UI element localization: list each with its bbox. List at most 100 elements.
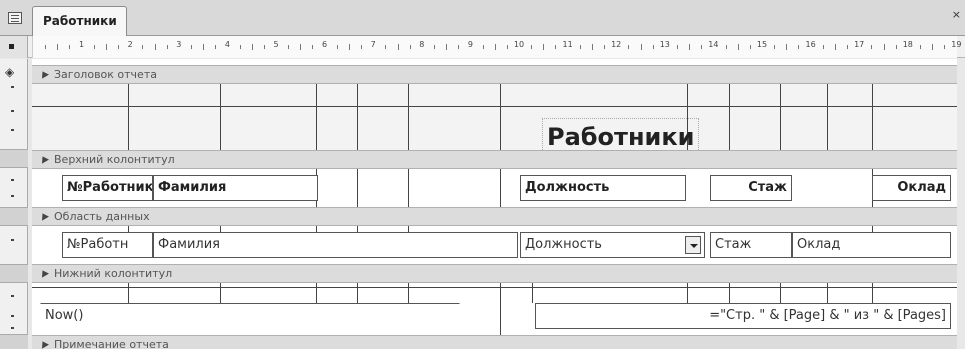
ruler-tick <box>57 44 59 50</box>
ruler-number: 13 <box>659 40 670 49</box>
ruler-tick <box>944 45 946 49</box>
close-icon[interactable]: × <box>952 8 961 21</box>
id-field[interactable]: №Работн <box>62 232 153 258</box>
ruler-tick <box>45 45 47 49</box>
ruler-tick <box>749 45 751 49</box>
ruler-tick <box>105 44 107 50</box>
ruler-tick <box>312 45 314 49</box>
ruler-tick <box>591 44 593 50</box>
band-label: Верхний колонтитул <box>54 153 175 166</box>
select-report-box[interactable] <box>0 36 28 58</box>
salary-field[interactable]: Оклад <box>792 232 951 258</box>
ruler-tick <box>494 44 496 50</box>
ruler-number: 17 <box>854 40 865 49</box>
ruler-tick <box>871 45 873 49</box>
vruler-report-footer-block <box>0 334 28 349</box>
ruler-tick <box>834 44 836 50</box>
id-label[interactable]: №Работника <box>62 175 153 201</box>
ruler-tick <box>798 45 800 49</box>
ruler-number: 8 <box>419 40 425 49</box>
tab-report[interactable]: Работники <box>32 6 127 36</box>
band-page-footer[interactable]: Нижний колонтитул <box>32 264 957 283</box>
band-arrow-icon <box>39 268 49 278</box>
surname-field[interactable]: Фамилия <box>153 232 518 258</box>
section-page-footer[interactable]: Now() ="Стр. " & [Page] & " из " & [Page… <box>32 283 957 337</box>
vruler-detail-block <box>0 207 28 226</box>
surname-label[interactable]: Фамилия <box>153 175 318 201</box>
tenure-label[interactable]: Стаж <box>710 175 792 201</box>
report-title-label[interactable]: Работники <box>542 118 700 154</box>
ruler-tick <box>579 45 581 49</box>
report-selector-icon[interactable]: ◈ <box>5 65 14 79</box>
ruler-tick <box>142 45 144 49</box>
ruler-tick <box>640 44 642 50</box>
ruler-tick <box>628 45 630 49</box>
ruler-number: 14 <box>708 40 719 49</box>
band-report-footer[interactable]: Примечание отчета <box>32 335 957 349</box>
report-icon <box>8 12 22 24</box>
position-combobox[interactable]: Должность <box>520 232 705 258</box>
band-arrow-icon <box>39 69 49 79</box>
ruler-tick <box>385 45 387 49</box>
date-expression-field[interactable]: Now() <box>40 303 460 329</box>
ruler-tick <box>433 45 435 49</box>
page-number-expression-field[interactable]: ="Стр. " & [Page] & " из " & [Pages] <box>535 303 951 329</box>
ruler-number: 1 <box>79 40 85 49</box>
horizontal-ruler-row: 1 2 3 4 5 6 7 8 9 10 11 12 13 14 15 16 17 18 19 <box>0 36 965 58</box>
section-detail[interactable]: №Работн Фамилия Должность Стаж Оклад <box>32 226 957 264</box>
band-label: Нижний колонтитул <box>54 267 173 280</box>
document-tabstrip: Работники × <box>0 0 965 36</box>
ruler-tick <box>543 44 545 50</box>
ruler-tick <box>288 45 290 49</box>
ruler-tick <box>397 44 399 50</box>
ruler-tick <box>701 45 703 49</box>
ruler-tick <box>531 45 533 49</box>
section-page-header[interactable]: №Работника Фамилия Должность Стаж Оклад <box>32 169 957 207</box>
position-label[interactable]: Должность <box>520 175 686 201</box>
ruler-tick <box>737 44 739 50</box>
ruler-tick <box>482 45 484 49</box>
ruler-tick <box>300 44 302 50</box>
ruler-tick <box>822 45 824 49</box>
ruler-tick <box>689 44 691 50</box>
ruler-tick <box>555 45 557 49</box>
ruler-tick <box>786 44 788 50</box>
salary-label[interactable]: Оклад <box>872 175 951 201</box>
ruler-tick <box>895 45 897 49</box>
ruler-number: 11 <box>562 40 573 49</box>
ruler-number: 9 <box>467 40 473 49</box>
ruler-tick <box>336 45 338 49</box>
band-label: Примечание отчета <box>54 338 169 349</box>
ruler-tick <box>847 45 849 49</box>
band-arrow-icon <box>39 154 49 164</box>
ruler-tick <box>652 45 654 49</box>
ruler-tick <box>239 45 241 49</box>
ruler-tick <box>348 44 350 50</box>
chevron-down-icon[interactable] <box>685 236 701 254</box>
ruler-tick <box>409 45 411 49</box>
report-design-canvas: Заголовок отчета Работники Верхний колон… <box>32 59 957 349</box>
band-page-header[interactable]: Верхний колонтитул <box>32 150 957 169</box>
ruler-tick <box>919 45 921 49</box>
ruler-number: 7 <box>370 40 376 49</box>
band-detail[interactable]: Область данных <box>32 207 957 226</box>
ruler-number: 5 <box>273 40 279 49</box>
ruler-tick <box>190 45 192 49</box>
band-label: Область данных <box>54 210 150 223</box>
ruler-number: 16 <box>805 40 816 49</box>
ruler-tick <box>725 45 727 49</box>
vruler-page-footer-block <box>0 264 28 283</box>
band-report-header[interactable]: Заголовок отчета <box>32 65 957 84</box>
ruler-tick <box>676 45 678 49</box>
ruler-tick <box>166 45 168 49</box>
ruler-number: 12 <box>611 40 622 49</box>
tenure-field[interactable]: Стаж <box>710 232 792 258</box>
ruler-number: 2 <box>127 40 133 49</box>
ruler-number: 6 <box>322 40 328 49</box>
ruler-tick <box>932 44 934 50</box>
ruler-number: 4 <box>224 40 230 49</box>
ruler-tick <box>263 45 265 49</box>
band-arrow-icon <box>39 339 49 349</box>
section-report-header[interactable]: Работники <box>32 84 957 154</box>
vertical-ruler: ◈ <box>0 59 28 349</box>
